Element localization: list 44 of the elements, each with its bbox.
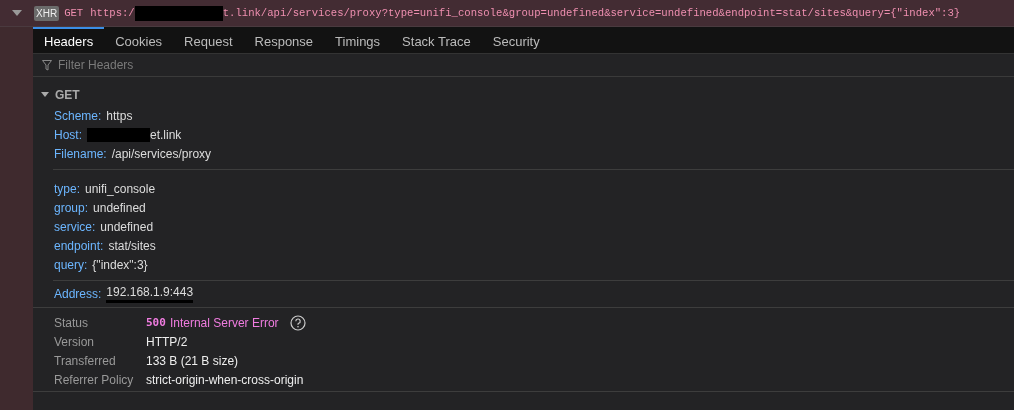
header-value: https xyxy=(106,108,133,123)
tab[interactable]: Cookies xyxy=(104,27,174,53)
request-method: GET xyxy=(64,7,84,19)
header-value: et.link xyxy=(150,127,182,142)
tab[interactable]: Timings xyxy=(324,27,392,53)
tab[interactable]: Stack Trace xyxy=(391,27,482,53)
filter-field[interactable]: Filter Headers xyxy=(56,57,260,73)
header-key: Host: xyxy=(54,127,82,142)
summary-label: Version xyxy=(54,334,96,349)
disclosure-triangle-icon[interactable] xyxy=(12,10,22,16)
filter-icon xyxy=(42,59,52,71)
param-value: {"index":3} xyxy=(92,257,148,272)
summary-value: 133 B (21 B size) xyxy=(146,353,239,368)
section-title[interactable]: GET xyxy=(55,87,80,102)
address-key: Address: xyxy=(54,286,102,301)
header-key: Scheme: xyxy=(54,108,102,123)
param-value: stat/sites xyxy=(108,238,156,253)
status-code: 500 xyxy=(146,316,166,329)
header-value: /api/services/proxy xyxy=(111,146,212,161)
summary-label: Status xyxy=(54,315,90,330)
param-key: endpoint: xyxy=(54,238,104,253)
param-key: service: xyxy=(54,219,96,234)
param-key: query: xyxy=(54,257,88,272)
tab[interactable]: Response xyxy=(243,27,325,53)
param-value: undefined xyxy=(100,219,154,234)
param-key: group: xyxy=(54,200,89,215)
address-value: 192.168.1.9:443 xyxy=(106,284,194,303)
param-value: unifi_console xyxy=(85,181,156,196)
tab[interactable]: Request xyxy=(173,27,244,53)
disclosure-triangle-icon[interactable] xyxy=(41,92,49,97)
header-key: Filename: xyxy=(54,146,107,161)
tab[interactable]: Security xyxy=(481,27,551,53)
summary-value: HTTP/2 xyxy=(146,334,188,349)
request-url: t.link/api/services/proxy?type=unifi_console&group=undefined&service=undefined&endpoint=stat/sites&query={"index":3} xyxy=(222,7,961,19)
help-icon[interactable] xyxy=(289,314,306,331)
param-value: undefined xyxy=(93,200,146,215)
xhr-badge: XHR xyxy=(34,5,60,21)
summary-label: Transferred xyxy=(54,353,117,368)
param-key: type: xyxy=(54,181,80,196)
status-text: Internal Server Error xyxy=(169,315,279,330)
request-row[interactable]: XHR GET https:/ t.link/api/services/proxy?type=unifi_console&group=undefined&service=undefined&endpoint=stat/sites&query={"index":3} xyxy=(0,0,1014,27)
request-url-start: https:/ xyxy=(90,7,135,19)
summary-label: Referrer Policy xyxy=(54,372,135,387)
summary-value: strict-origin-when-cross-origin xyxy=(146,372,304,387)
